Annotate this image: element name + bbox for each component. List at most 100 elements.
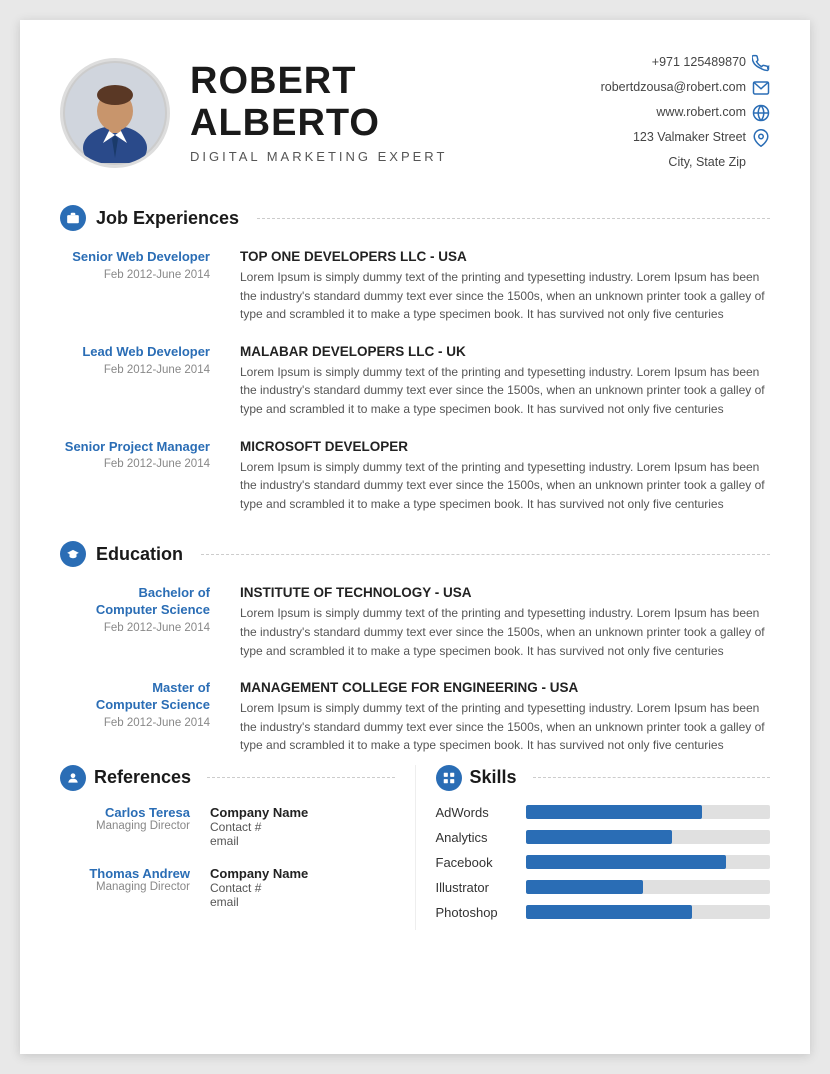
edu-desc-2: Lorem Ipsum is simply dummy text of the … [240, 699, 770, 755]
ref-right-2: Company Name Contact # email [210, 866, 395, 909]
contact-address1-text: 123 Valmaker Street [633, 125, 746, 150]
ref-email-1: email [210, 834, 395, 848]
skill-bar-fill-2 [526, 855, 726, 869]
references-icon [60, 765, 86, 791]
ref-company-1: Company Name [210, 805, 395, 820]
table-row: Lead Web Developer Feb 2012-June 2014 MA… [60, 344, 770, 419]
edu-right-2: MANAGEMENT COLLEGE FOR ENGINEERING - USA… [240, 680, 770, 755]
job-experiences-section-header: Job Experiences [60, 205, 770, 231]
edu-company-1: INSTITUTE OF TECHNOLOGY - USA [240, 585, 770, 600]
edu-left-1: Bachelor of Computer Science Feb 2012-Ju… [60, 585, 220, 660]
candidate-title: DIGITAL MARKETING EXPERT [190, 149, 447, 164]
skills-title: Skills [470, 767, 517, 788]
contact-phone-text: +971 125489870 [652, 50, 746, 75]
job-company-1: TOP ONE DEVELOPERS LLC - USA [240, 249, 770, 264]
entry-left-3: Senior Project Manager Feb 2012-June 201… [60, 439, 220, 514]
ref-company-2: Company Name [210, 866, 395, 881]
graduation-icon [60, 541, 86, 567]
skill-bar-bg-0 [526, 805, 771, 819]
contact-address2-text: City, State Zip [668, 150, 746, 175]
edu-divider [201, 554, 770, 555]
list-item: Illustrator [436, 880, 771, 895]
job-date-1: Feb 2012-June 2014 [60, 269, 210, 281]
skill-bar-bg-3 [526, 880, 771, 894]
list-item: Carlos Teresa Managing Director Company … [60, 805, 395, 848]
resume-page: ROBERT ALBERTO DIGITAL MARKETING EXPERT … [20, 20, 810, 1054]
job-date-2: Feb 2012-June 2014 [60, 364, 210, 376]
contact-email-text: robertdzousa@robert.com [601, 75, 746, 100]
skills-divider [533, 777, 770, 778]
table-row: Senior Web Developer Feb 2012-June 2014 … [60, 249, 770, 324]
list-item: Analytics [436, 830, 771, 845]
job-title-3: Senior Project Manager [60, 439, 210, 456]
job-desc-1: Lorem Ipsum is simply dummy text of the … [240, 268, 770, 324]
briefcase-icon [60, 205, 86, 231]
skill-name-4: Photoshop [436, 905, 516, 920]
entry-right-1: TOP ONE DEVELOPERS LLC - USA Lorem Ipsum… [240, 249, 770, 324]
references-title: References [94, 767, 191, 788]
edu-left-2: Master of Computer Science Feb 2012-June… [60, 680, 220, 755]
skills-section-header: Skills [436, 765, 771, 791]
ref-email-2: email [210, 895, 395, 909]
skill-bar-fill-3 [526, 880, 643, 894]
email-icon [752, 79, 770, 97]
entry-left-1: Senior Web Developer Feb 2012-June 2014 [60, 249, 220, 324]
job-experiences-title: Job Experiences [96, 208, 239, 229]
ref-contact-1: Contact # [210, 820, 395, 834]
job-desc-3: Lorem Ipsum is simply dummy text of the … [240, 458, 770, 514]
references-col: References Carlos Teresa Managing Direct… [60, 765, 415, 930]
contact-address2-row: City, State Zip [601, 150, 770, 175]
skill-name-3: Illustrator [436, 880, 516, 895]
candidate-name: ROBERT ALBERTO [190, 61, 447, 145]
skill-bar-bg-1 [526, 830, 771, 844]
entry-left-2: Lead Web Developer Feb 2012-June 2014 [60, 344, 220, 419]
contact-address1-row: 123 Valmaker Street [601, 125, 770, 150]
job-company-2: MALABAR DEVELOPERS LLC - UK [240, 344, 770, 359]
skill-name-0: AdWords [436, 805, 516, 820]
resume-header: ROBERT ALBERTO DIGITAL MARKETING EXPERT … [60, 50, 770, 175]
edu-date-1: Feb 2012-June 2014 [60, 622, 210, 634]
skill-bar-bg-4 [526, 905, 771, 919]
bottom-section: References Carlos Teresa Managing Direct… [60, 765, 770, 930]
skill-name-2: Facebook [436, 855, 516, 870]
table-row: Master of Computer Science Feb 2012-June… [60, 680, 770, 755]
skills-col: Skills AdWords Analytics Facebook [415, 765, 771, 930]
list-item: Photoshop [436, 905, 771, 920]
edu-title-1: Bachelor of Computer Science [60, 585, 210, 619]
skill-bar-fill-1 [526, 830, 673, 844]
contact-website-row: www.robert.com [601, 100, 770, 125]
ref-contact-2: Contact # [210, 881, 395, 895]
ref-role-2: Managing Director [60, 881, 190, 893]
contact-phone-row: +971 125489870 [601, 50, 770, 75]
job-title-2: Lead Web Developer [60, 344, 210, 361]
contact-email-row: robertdzousa@robert.com [601, 75, 770, 100]
job-title-1: Senior Web Developer [60, 249, 210, 266]
ref-role-1: Managing Director [60, 820, 190, 832]
ref-name-2: Thomas Andrew [60, 866, 190, 881]
job-entries: Senior Web Developer Feb 2012-June 2014 … [60, 249, 770, 513]
header-name-block: ROBERT ALBERTO DIGITAL MARKETING EXPERT [190, 61, 447, 164]
list-item: Thomas Andrew Managing Director Company … [60, 866, 395, 909]
edu-desc-1: Lorem Ipsum is simply dummy text of the … [240, 604, 770, 660]
skill-bar-fill-4 [526, 905, 692, 919]
job-company-3: MICROSOFT DEVELOPER [240, 439, 770, 454]
table-row: Bachelor of Computer Science Feb 2012-Ju… [60, 585, 770, 660]
entry-right-2: MALABAR DEVELOPERS LLC - UK Lorem Ipsum … [240, 344, 770, 419]
education-section-header: Education [60, 541, 770, 567]
skills-icon [436, 765, 462, 791]
edu-date-2: Feb 2012-June 2014 [60, 717, 210, 729]
job-divider [257, 218, 770, 219]
ref-left-2: Thomas Andrew Managing Director [60, 866, 190, 909]
avatar [60, 58, 170, 168]
job-desc-2: Lorem Ipsum is simply dummy text of the … [240, 363, 770, 419]
ref-name-1: Carlos Teresa [60, 805, 190, 820]
phone-icon [752, 54, 770, 72]
education-title: Education [96, 544, 183, 565]
ref-divider [207, 777, 394, 778]
references-section-header: References [60, 765, 395, 791]
list-item: AdWords [436, 805, 771, 820]
header-contact: +971 125489870 robertdzousa@robert.com [601, 50, 770, 175]
job-date-3: Feb 2012-June 2014 [60, 458, 210, 470]
skill-bar-fill-0 [526, 805, 702, 819]
contact-website-text: www.robert.com [656, 100, 746, 125]
